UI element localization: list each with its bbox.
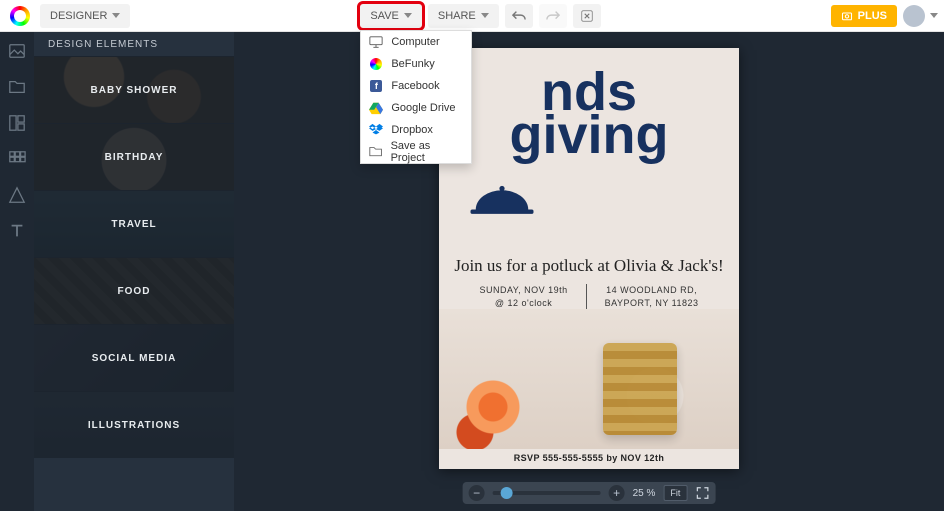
- zoom-slider-knob[interactable]: [501, 487, 513, 499]
- cloche-icon: [467, 174, 537, 229]
- category-food[interactable]: FOOD: [34, 257, 234, 324]
- plus-upgrade-button[interactable]: PLUS: [831, 5, 897, 27]
- save-menu-label: BeFunky: [391, 58, 434, 70]
- mode-label: DESIGNER: [50, 10, 107, 22]
- poster-glass-image: [603, 343, 677, 435]
- left-tool-strip: [0, 32, 34, 511]
- save-menu-item-gdrive[interactable]: Google Drive: [361, 97, 471, 119]
- category-label: ILLUSTRATIONS: [88, 420, 180, 431]
- poster-tagline: Join us for a potluck at Olivia & Jack's…: [439, 256, 739, 276]
- category-label: SOCIAL MEDIA: [92, 353, 177, 364]
- top-toolbar: DESIGNER SAVE Computer BeFunky: [0, 0, 944, 32]
- save-menu-item-computer[interactable]: Computer: [361, 31, 471, 53]
- undo-button[interactable]: [505, 4, 533, 28]
- befunky-icon: [369, 57, 383, 71]
- save-menu-label: Computer: [391, 36, 439, 48]
- monitor-icon: [369, 35, 383, 49]
- poster-addr-line2: BAYPORT, NY 11823: [605, 297, 699, 310]
- category-birthday[interactable]: BIRTHDAY: [34, 123, 234, 190]
- fullscreen-icon[interactable]: [695, 486, 709, 500]
- poster-food-image: [439, 309, 739, 449]
- folder-tool-icon[interactable]: [8, 78, 26, 96]
- category-label: BABY SHOWER: [91, 85, 178, 96]
- category-label: FOOD: [118, 286, 151, 297]
- category-travel[interactable]: TRAVEL: [34, 190, 234, 257]
- zoom-in-button[interactable]: +: [609, 485, 625, 501]
- category-social-media[interactable]: SOCIAL MEDIA: [34, 324, 234, 391]
- canvas-area[interactable]: nds giving Join us for a potluck at Oliv…: [234, 32, 944, 511]
- design-elements-panel: DESIGN ELEMENTS BABY SHOWER BIRTHDAY TRA…: [34, 32, 234, 511]
- shape-tool-icon[interactable]: [8, 186, 26, 204]
- zoom-out-button[interactable]: −: [469, 485, 485, 501]
- save-menu-label: Facebook: [391, 80, 439, 92]
- save-menu-label: Save as Project: [391, 140, 464, 164]
- poster-date-line1: SUNDAY, NOV 19th: [479, 284, 567, 297]
- save-menu-item-facebook[interactable]: f Facebook: [361, 75, 471, 97]
- avatar-icon: [903, 5, 925, 27]
- poster-rsvp: RSVP 555-555-5555 by NOV 12th: [439, 453, 739, 463]
- share-dropdown-button[interactable]: SHARE: [428, 4, 499, 28]
- category-label: BIRTHDAY: [105, 152, 164, 163]
- zoom-slider[interactable]: [493, 491, 601, 495]
- grid-tool-icon[interactable]: [8, 150, 26, 168]
- folder-icon: [369, 145, 382, 159]
- zoom-value: 25 %: [633, 488, 656, 499]
- caret-down-icon: [404, 13, 412, 18]
- save-label: SAVE: [370, 10, 399, 22]
- category-label: TRAVEL: [111, 219, 156, 230]
- save-menu-label: Dropbox: [391, 124, 433, 136]
- caret-down-icon: [481, 13, 489, 18]
- zoom-controls: − + 25 % Fit: [463, 482, 716, 504]
- category-illustrations[interactable]: ILLUSTRATIONS: [34, 391, 234, 458]
- caret-down-icon: [112, 13, 120, 18]
- headline-line2: giving: [439, 111, 739, 160]
- poster-design[interactable]: nds giving Join us for a potluck at Oliv…: [439, 48, 739, 469]
- account-menu[interactable]: [903, 5, 938, 27]
- save-menu-item-project[interactable]: Save as Project: [361, 141, 471, 163]
- poster-date-line2: @ 12 o'clock: [479, 297, 567, 310]
- layout-tool-icon[interactable]: [8, 114, 26, 132]
- save-menu-label: Google Drive: [391, 102, 455, 114]
- app-logo[interactable]: [10, 6, 30, 26]
- save-menu-item-befunky[interactable]: BeFunky: [361, 53, 471, 75]
- text-tool-icon[interactable]: [8, 222, 26, 240]
- poster-headline: nds giving: [439, 68, 739, 159]
- cancel-button[interactable]: [573, 4, 601, 28]
- dropbox-icon: [369, 123, 383, 137]
- poster-addr-line1: 14 WOODLAND RD,: [605, 284, 699, 297]
- panel-title: DESIGN ELEMENTS: [34, 32, 234, 56]
- detail-separator: [586, 284, 587, 312]
- poster-details: SUNDAY, NOV 19th @ 12 o'clock 14 WOODLAN…: [439, 284, 739, 312]
- save-dropdown-menu: Computer BeFunky f Facebook Google Drive: [360, 30, 472, 164]
- gdrive-icon: [369, 101, 383, 115]
- redo-button[interactable]: [539, 4, 567, 28]
- facebook-icon: f: [369, 79, 383, 93]
- save-dropdown-button[interactable]: SAVE: [360, 4, 422, 28]
- category-baby-shower[interactable]: BABY SHOWER: [34, 56, 234, 123]
- plus-label: PLUS: [858, 10, 887, 22]
- save-menu-item-dropbox[interactable]: Dropbox: [361, 119, 471, 141]
- share-label: SHARE: [438, 10, 476, 22]
- image-tool-icon[interactable]: [8, 42, 26, 60]
- zoom-fit-button[interactable]: Fit: [663, 485, 687, 501]
- mode-dropdown[interactable]: DESIGNER: [40, 4, 130, 28]
- caret-down-icon: [930, 13, 938, 18]
